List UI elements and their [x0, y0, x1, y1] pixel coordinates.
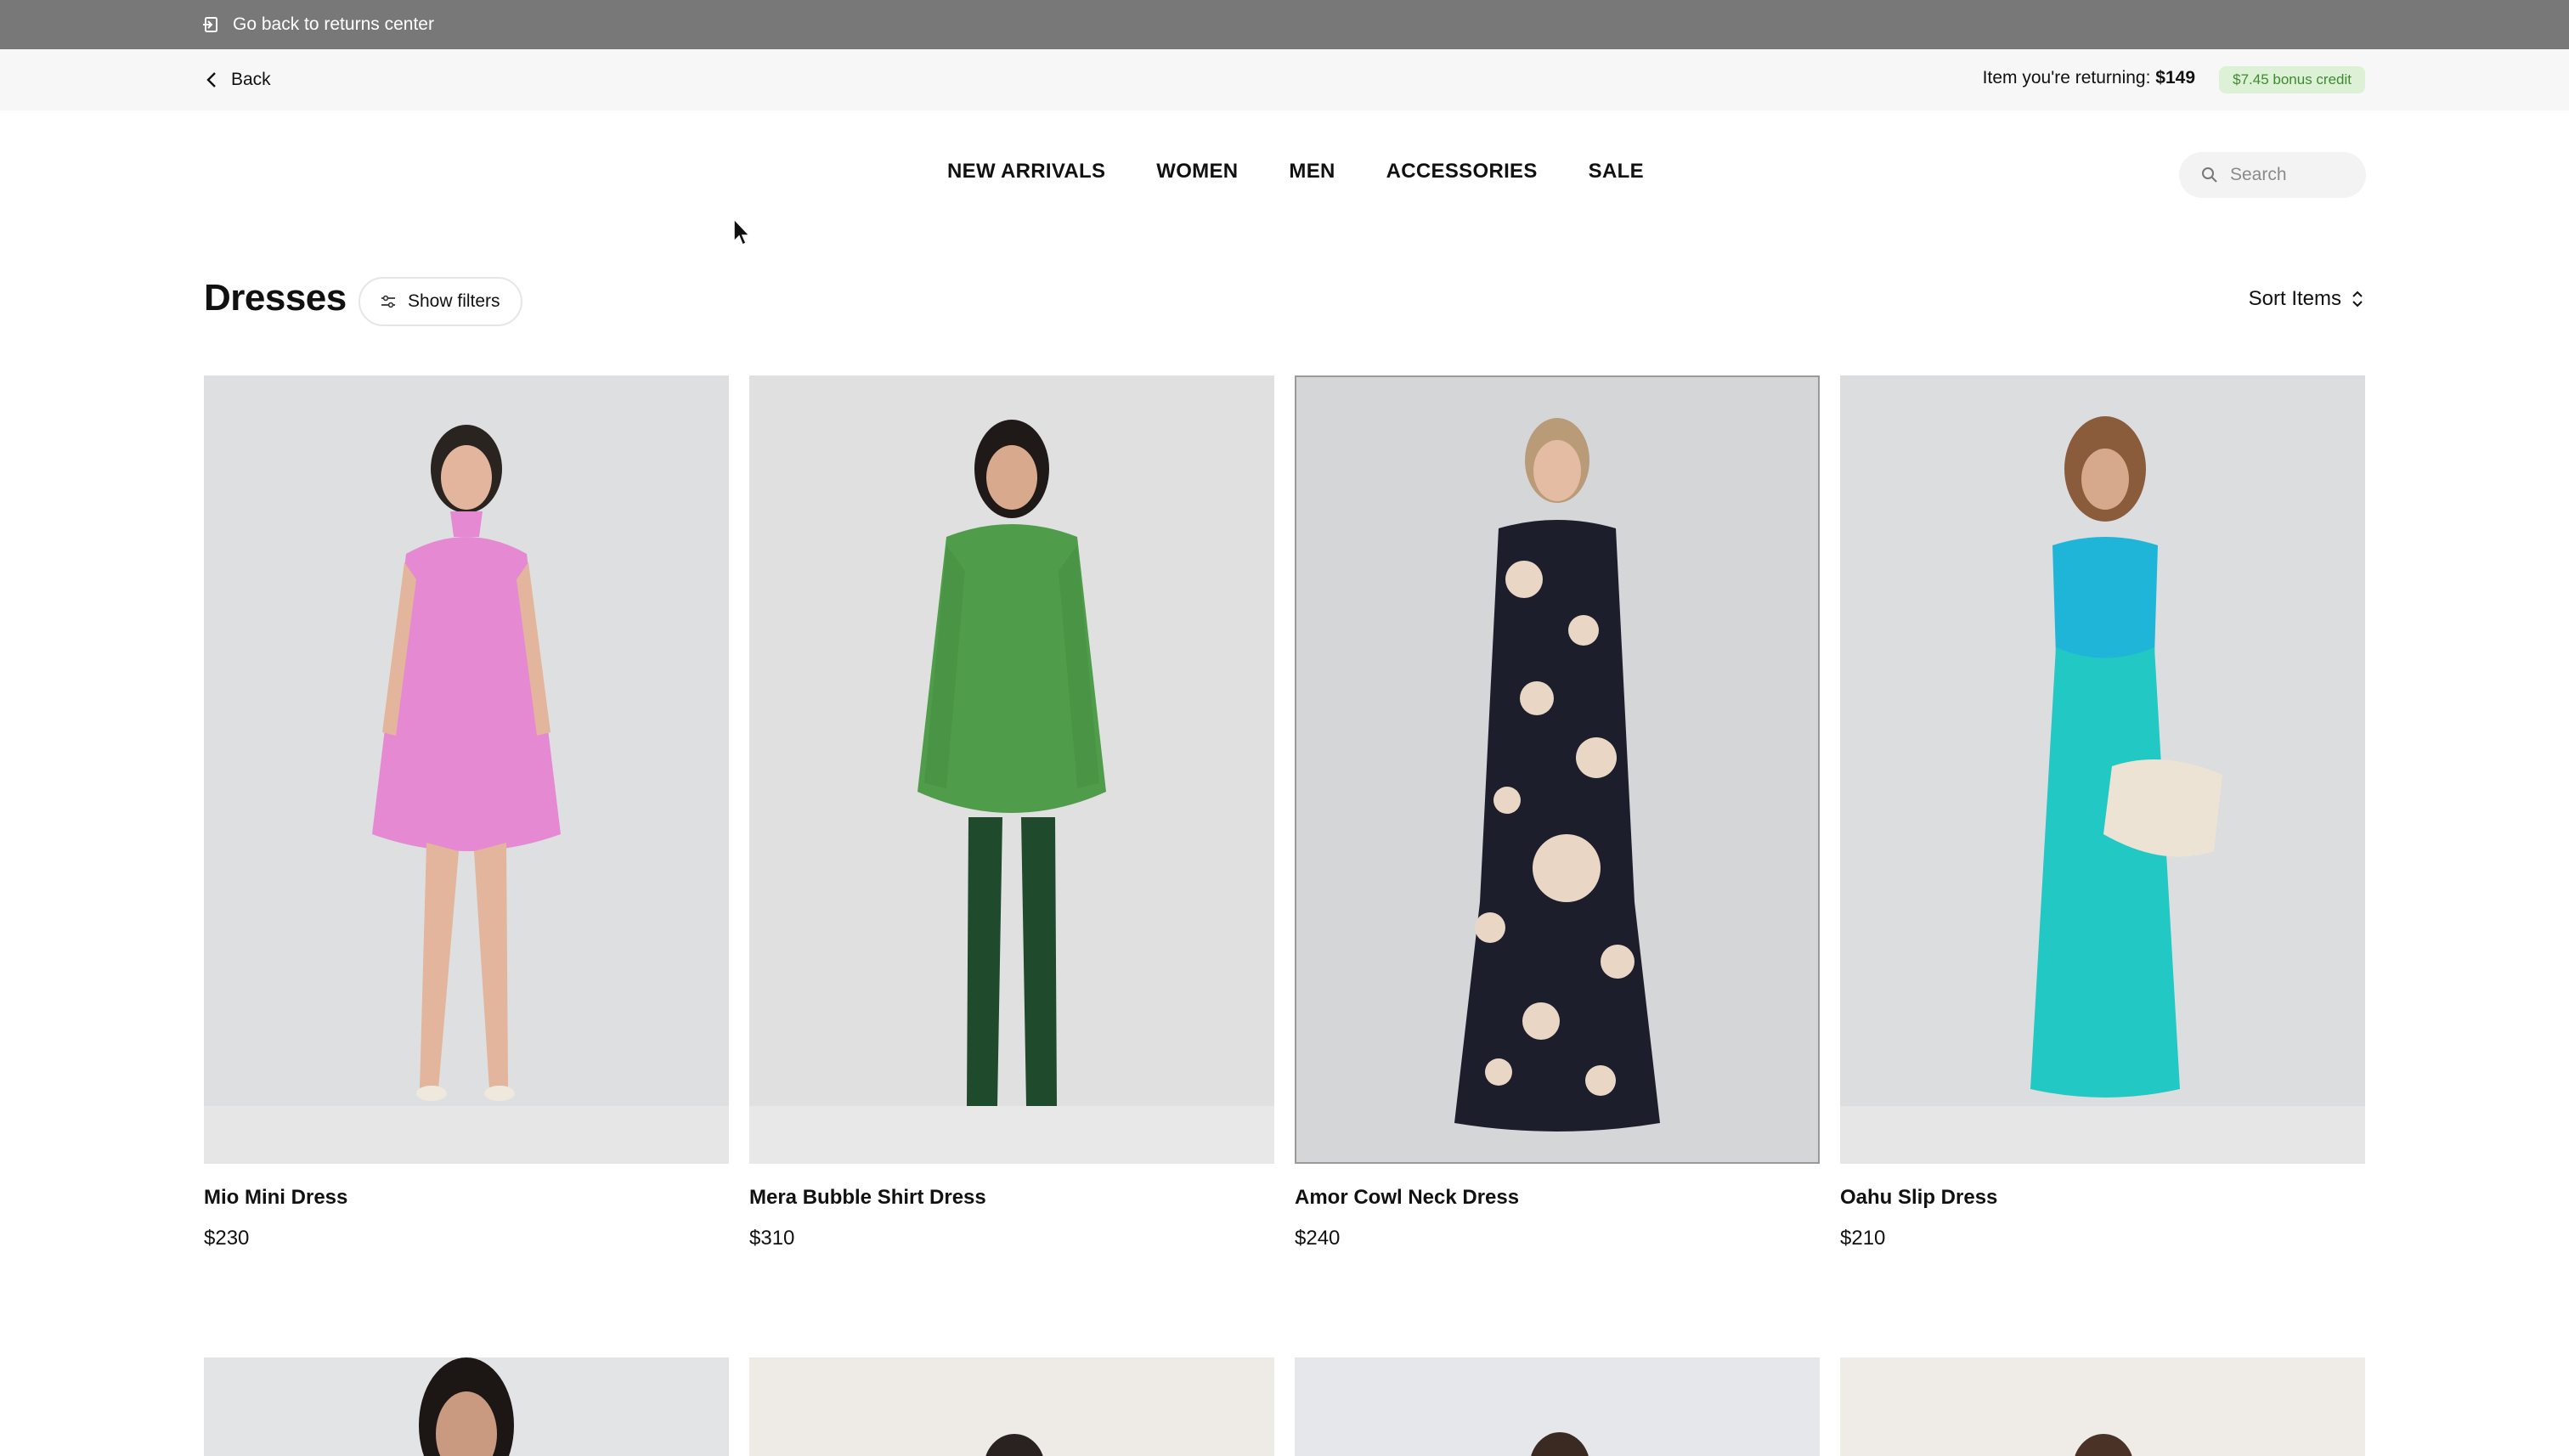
product-image[interactable]: [1840, 375, 2365, 1164]
back-label: Back: [231, 70, 271, 89]
go-back-to-returns-label: Go back to returns center: [233, 14, 434, 34]
sort-items-button[interactable]: Sort Items: [2249, 287, 2363, 311]
product-image[interactable]: [204, 375, 729, 1164]
nav-sale[interactable]: SALE: [1589, 160, 1644, 183]
back-button[interactable]: Back: [206, 66, 271, 93]
sliders-icon: [381, 295, 395, 308]
nav-women[interactable]: WOMEN: [1156, 160, 1238, 183]
nav-accessories[interactable]: ACCESSORIES: [1386, 160, 1538, 183]
search-input[interactable]: [2230, 165, 2349, 185]
search-box[interactable]: [2179, 152, 2366, 198]
returning-prefix: Item you're returning:: [1982, 68, 2151, 87]
mouse-cursor-icon: [733, 217, 751, 246]
product-card[interactable]: Oahu Slip Dress $210: [1840, 375, 2365, 1250]
nav-new-arrivals[interactable]: NEW ARRIVALS: [947, 160, 1105, 183]
nav-men[interactable]: MEN: [1289, 160, 1335, 183]
product-name[interactable]: Mera Bubble Shirt Dress: [749, 1186, 986, 1210]
show-filters-label: Show filters: [408, 291, 500, 311]
exit-icon: [203, 17, 217, 32]
chevron-left-icon: [206, 72, 216, 87]
product-image[interactable]: [204, 1357, 729, 1456]
product-card[interactable]: Amor Cowl Neck Dress $240: [1295, 375, 1820, 1250]
product-name[interactable]: Mio Mini Dress: [204, 1186, 347, 1210]
product-image[interactable]: [749, 375, 1274, 1164]
returns-banner: Go back to returns center: [0, 0, 2569, 49]
product-price: $230: [204, 1227, 250, 1250]
product-image[interactable]: [1840, 1357, 2365, 1456]
returning-item-summary: Item you're returning: $149: [1983, 68, 2195, 88]
product-image[interactable]: [1295, 375, 1820, 1164]
product-name[interactable]: Oahu Slip Dress: [1840, 1186, 1997, 1210]
go-back-to-returns-link[interactable]: Go back to returns center: [202, 12, 434, 37]
product-price: $210: [1840, 1227, 1886, 1250]
product-price: $310: [749, 1227, 795, 1250]
returning-value: $149: [2155, 68, 2195, 87]
product-name[interactable]: Amor Cowl Neck Dress: [1295, 1186, 1519, 1210]
show-filters-button[interactable]: Show filters: [359, 277, 522, 326]
sort-items-label: Sort Items: [2248, 287, 2341, 310]
product-price: $240: [1295, 1227, 1341, 1250]
product-image[interactable]: [1295, 1357, 1820, 1456]
sort-chevrons-icon: [2352, 291, 2363, 308]
bonus-credit-badge: $7.45 bonus credit: [2219, 66, 2365, 93]
product-card[interactable]: Mio Mini Dress $230: [204, 375, 729, 1250]
product-card[interactable]: Mera Bubble Shirt Dress $310: [749, 375, 1274, 1250]
return-info-bar: Back Item you're returning: $149 $7.45 b…: [0, 49, 2569, 110]
search-icon: [2202, 167, 2217, 183]
page-title: Dresses: [204, 277, 347, 319]
product-image[interactable]: [749, 1357, 1274, 1456]
